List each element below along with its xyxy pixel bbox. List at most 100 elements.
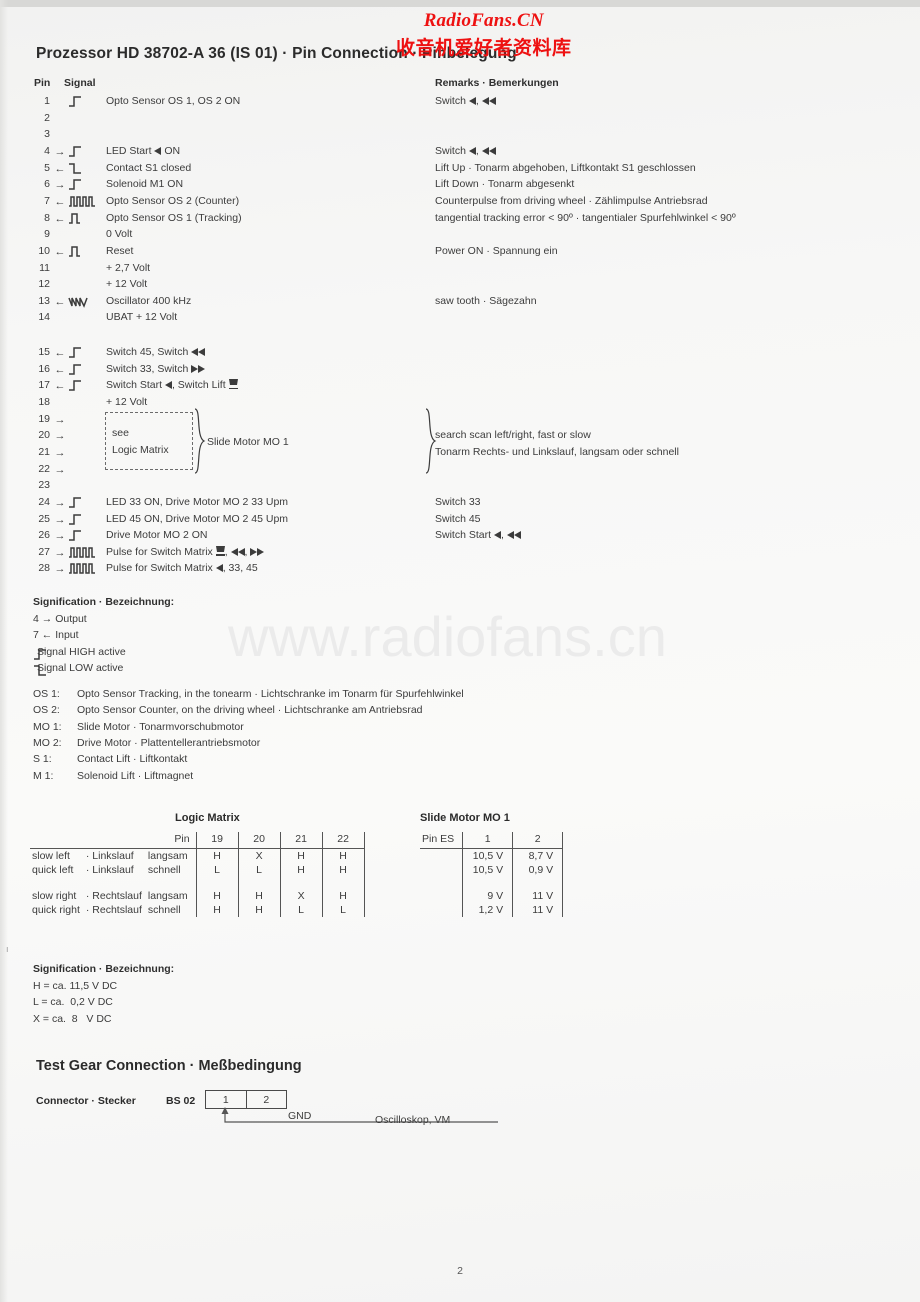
pin-number: 5 xyxy=(44,161,50,174)
abbreviation-item: S 1: Contact Lift · Liftkontakt xyxy=(33,753,187,765)
logic-matrix-col-header: 21 xyxy=(279,832,323,849)
pin-signal-text: Oscillator 400 kHz xyxy=(106,294,192,307)
pin-number: 28 xyxy=(38,562,50,575)
rewind-triangle-icon xyxy=(488,97,496,105)
logic-matrix-row-en: quick right xyxy=(32,904,80,916)
rewind-triangle-icon xyxy=(488,146,496,155)
pin-signal-text: UBAT + 12 Volt xyxy=(106,311,178,324)
rewind-triangle-icon xyxy=(481,146,489,155)
logic-matrix-cell: H xyxy=(195,848,239,863)
waveform-pulses-icon xyxy=(69,547,95,558)
pin-direction-arrow: → xyxy=(54,546,66,559)
slide-motor-col-header: 1 xyxy=(462,832,513,849)
waveform-rising-icon xyxy=(69,146,81,157)
abbreviation-key: MO 2: xyxy=(33,736,62,749)
rewind-triangle-icon xyxy=(468,97,476,105)
rewind-triangle-icon xyxy=(513,531,521,540)
pin-direction-arrow: ← xyxy=(54,363,66,376)
logic-matrix-row-de: · Linkslauf xyxy=(85,850,134,862)
pin-direction-arrow: ← xyxy=(54,212,66,225)
slide-motor-col-header: 2 xyxy=(512,832,563,849)
slide-motor-table: Pin ES 1 2 10,5 V 8,7 V 10,5 V 0,9 V9 V 11 V 1,2… xyxy=(420,832,564,917)
pin-waveform xyxy=(68,346,104,360)
table-row: slow left · Linkslauf langsam H X H H xyxy=(30,848,365,863)
pin-signal-text: LED Start ON xyxy=(106,144,181,157)
logic-matrix-cell: L xyxy=(321,903,365,917)
pin-direction-arrow: ← xyxy=(54,245,66,258)
table-row: 10,5 V 0,9 V xyxy=(420,863,564,877)
pin-direction-arrow: ← xyxy=(54,162,66,175)
pin-signal-text: Switch 45, Switch xyxy=(106,346,206,358)
logic-matrix-cell: H xyxy=(279,848,323,863)
pin-number: 26 xyxy=(38,529,50,542)
pin-signal-text: Reset xyxy=(106,244,134,257)
slide-motor-cell: 10,5 V xyxy=(462,848,513,863)
pin-signal-text: Switch Start , Switch Lift xyxy=(106,379,238,391)
table-row: 1,2 V 11 V xyxy=(420,903,564,917)
slide-motor-pin-header: Pin ES xyxy=(420,832,463,849)
logic-matrix-row-de: · Rechtslauf xyxy=(85,904,142,916)
pin-number: 20 xyxy=(38,429,50,442)
waveform-rising-icon xyxy=(69,513,81,525)
signification-2-line: X = ca. 8 V DC xyxy=(33,1012,112,1025)
rewind-triangle-icon xyxy=(506,531,514,540)
table-row: slow right · Rechtslauf langsam H H X H xyxy=(30,889,365,903)
abbreviation-item: OS 2: Opto Sensor Counter, on the driving… xyxy=(33,704,423,716)
logic-matrix-col-header: 19 xyxy=(195,832,239,849)
slide-motor-cell: 11 V xyxy=(512,903,563,917)
slide-motor-cell: 10,5 V xyxy=(462,863,513,877)
signification-line-key: 7 ← xyxy=(33,629,56,641)
table-spacer-row xyxy=(420,877,564,889)
pin-signal-text: + 12 Volt xyxy=(106,395,148,408)
signification-2-line: H = ca. 11,5 V DC xyxy=(33,980,118,992)
pin-signal-text: Opto Sensor OS 1 (Tracking) xyxy=(106,211,242,224)
pin-remark-text: Switch , xyxy=(435,95,496,107)
waveform-rising-icon xyxy=(69,530,81,541)
logic-matrix-row-speed: langsam xyxy=(147,890,188,902)
pin-remark-text: Switch 45 xyxy=(435,512,481,525)
pin-remark-text: Lift Down · Tonarm abgesenkt xyxy=(435,178,575,191)
abbreviation-item: MO 2: Drive Motor · Plattentellerantriebs… xyxy=(33,737,260,749)
pin-remark-text: saw tooth · Sägezahn xyxy=(435,294,537,307)
signification-line-text: Signal HIGH active xyxy=(37,645,126,658)
instrument-label: Oscilloskop, VM xyxy=(375,1114,451,1126)
pin-signal-text: Opto Sensor OS 1, OS 2 ON xyxy=(106,95,241,107)
pin-number: 18 xyxy=(38,395,50,408)
pin-waveform xyxy=(68,295,104,309)
signification-line-text: Output xyxy=(55,613,87,625)
logic-matrix-ref-line2: Logic Matrix xyxy=(112,444,169,456)
abbreviation-key: MO 1: xyxy=(33,720,62,733)
watermark-middle: www.radiofans.cn xyxy=(228,605,667,668)
logic-matrix-title: Logic Matrix xyxy=(175,812,240,824)
pin-number: 4 xyxy=(44,144,50,157)
table-spacer-row xyxy=(30,877,365,889)
lift-icon xyxy=(228,379,238,390)
pin-number: 25 xyxy=(38,512,50,525)
logic-matrix-row-de: · Rechtslauf xyxy=(85,890,142,902)
table-row: quick right · Rechtslauf schnell H H L L xyxy=(30,903,365,917)
pin-direction-arrow: ← xyxy=(54,195,66,208)
rewind-triangle-icon xyxy=(468,146,476,155)
logic-matrix-cell: H xyxy=(195,903,239,917)
table-header-row: Pin 19 20 21 22 xyxy=(30,832,365,849)
test-gear-title: Test Gear Connection · Meßbedingung xyxy=(36,1058,302,1074)
pin-number: 2 xyxy=(44,111,50,124)
abbreviation-text: Opto Sensor Tracking, in the tonearm · L… xyxy=(77,688,464,700)
pin-number: 21 xyxy=(38,445,50,458)
pin-direction-arrow: ← xyxy=(54,347,66,359)
pin-number: 27 xyxy=(38,545,50,558)
table-header-row: Pin ES 1 2 xyxy=(420,832,564,849)
rewind-triangle-icon xyxy=(230,547,238,556)
pin-number: 17 xyxy=(38,379,50,392)
logic-matrix-ref-line1: see xyxy=(112,427,129,439)
waveform-onepulse-icon xyxy=(69,212,80,224)
waveform-falling-icon xyxy=(69,162,81,174)
waveform-rising-icon xyxy=(69,347,81,358)
watermark-top-latin: RadioFans.CN xyxy=(423,10,544,31)
pin-remark-text: Switch 33 xyxy=(435,495,481,508)
pin-waveform xyxy=(68,379,104,393)
pin-number: 14 xyxy=(38,311,50,324)
pin-signal-text: LED 33 ON, Drive Motor MO 2 33 Upm xyxy=(106,495,289,508)
pin-number: 15 xyxy=(38,346,50,358)
gnd-label: GND xyxy=(288,1110,312,1122)
